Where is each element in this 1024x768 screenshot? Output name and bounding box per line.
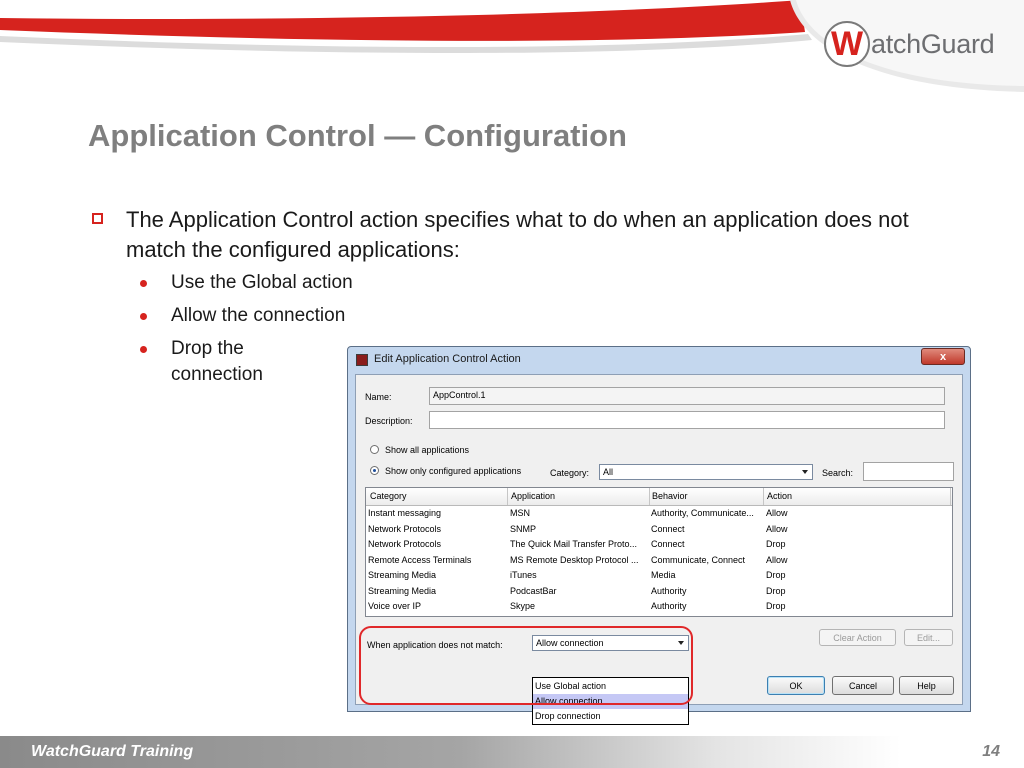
bullet-dot-icon: [140, 346, 147, 353]
table-row[interactable]: Network Protocols SNMP Connect Allow: [366, 522, 952, 537]
cell-category: Network Protocols: [368, 539, 442, 549]
applications-table: Category Application Behavior Action Ins…: [365, 487, 953, 617]
cell-behavior: Media: [651, 570, 676, 580]
sub-bullet-global: Use the Global action: [140, 270, 353, 296]
column-divider: [649, 488, 650, 505]
cancel-button[interactable]: Cancel: [832, 676, 894, 695]
cell-action: Allow: [766, 523, 788, 534]
table-row[interactable]: Remote Access Terminals MS Remote Deskto…: [366, 553, 952, 568]
table-header: Category Application Behavior Action: [366, 488, 952, 506]
main-bullet: The Application Control action specifies…: [92, 205, 972, 265]
sub-bullet-text: Allow the connection: [171, 305, 346, 326]
cell-action: Allow: [766, 508, 788, 518]
main-bullet-text: The Application Control action specifies…: [126, 207, 909, 262]
help-button[interactable]: Help: [899, 676, 954, 695]
column-header-application[interactable]: Application: [511, 491, 555, 501]
cell-behavior: Authority: [651, 601, 687, 611]
search-label: Search:: [822, 468, 854, 478]
column-header-behavior[interactable]: Behavior: [652, 491, 688, 501]
cell-category: Streaming Media: [368, 570, 437, 580]
cell-behavior: Connect: [651, 523, 685, 534]
column-divider: [950, 488, 951, 505]
bullet-dot-icon: [140, 313, 147, 320]
column-header-category[interactable]: Category: [370, 491, 407, 501]
category-select[interactable]: All: [599, 464, 813, 480]
cell-action: Drop: [766, 539, 786, 549]
app-icon: [356, 354, 368, 366]
ok-button[interactable]: OK: [767, 676, 825, 695]
close-button[interactable]: x: [921, 348, 965, 365]
callout-highlight: [359, 626, 693, 705]
table-row[interactable]: Streaming Media PodcastBar Authority Dro…: [366, 584, 952, 599]
name-label: Name:: [365, 392, 392, 402]
cell-application: MSN: [510, 508, 530, 518]
search-input[interactable]: [863, 462, 954, 481]
footer-bar: WatchGuard Training 14: [0, 736, 1024, 768]
radio-show-configured[interactable]: [370, 466, 379, 475]
sub-bullet-allow: Allow the connection: [140, 303, 345, 329]
footer-title: WatchGuard Training: [31, 743, 194, 760]
cell-behavior: Connect: [651, 539, 685, 549]
sub-bullet-drop: Drop the connection: [140, 336, 290, 388]
dialog-title: Edit Application Control Action: [374, 353, 521, 365]
logo-mark: W: [824, 21, 870, 67]
radio-show-configured-label: Show only configured applications: [385, 466, 522, 476]
cell-application: The Quick Mail Transfer Proto...: [510, 539, 638, 549]
cell-category: Network Protocols: [368, 523, 442, 534]
cell-action: Drop: [766, 585, 786, 596]
description-field[interactable]: [429, 411, 945, 429]
logo-wordmark: atchGuard: [871, 28, 995, 59]
option-drop-connection[interactable]: Drop connection: [533, 709, 688, 724]
cell-behavior: Communicate, Connect: [651, 554, 746, 565]
description-label: Description:: [365, 416, 413, 426]
table-row[interactable]: Voice over IP Skype Authority Drop: [366, 599, 952, 614]
column-divider: [763, 488, 764, 505]
radio-show-all[interactable]: [370, 445, 379, 454]
cell-application: MS Remote Desktop Protocol ...: [510, 554, 639, 565]
column-divider: [507, 488, 508, 505]
clear-action-button[interactable]: Clear Action: [819, 629, 896, 646]
chevron-down-icon: [802, 470, 808, 474]
edit-button[interactable]: Edit...: [904, 629, 953, 646]
cell-category: Voice over IP: [368, 601, 422, 611]
cell-application: iTunes: [510, 570, 537, 580]
cell-behavior: Authority, Communicate...: [651, 508, 754, 518]
table-row[interactable]: Streaming Media iTunes Media Drop: [366, 568, 952, 583]
cell-action: Drop: [766, 570, 786, 580]
slide-title: Application Control — Configuration: [88, 118, 627, 153]
cell-action: Allow: [766, 554, 788, 565]
sub-bullet-text: Drop the connection: [171, 338, 263, 385]
name-field[interactable]: AppControl.1: [429, 387, 945, 405]
cell-application: Skype: [510, 601, 536, 611]
page-number: 14: [982, 743, 1000, 760]
cell-application: SNMP: [510, 523, 537, 534]
cell-behavior: Authority: [651, 585, 687, 596]
column-header-action[interactable]: Action: [767, 491, 792, 501]
cell-action: Drop: [766, 601, 786, 611]
watchguard-logo: W atchGuard: [824, 18, 1004, 70]
sub-bullet-text: Use the Global action: [171, 272, 353, 293]
checkbox-bullet-icon: [92, 213, 103, 224]
cell-category: Streaming Media: [368, 585, 437, 596]
category-value: All: [603, 467, 614, 477]
dialog-titlebar[interactable]: Edit Application Control Action x: [348, 347, 970, 373]
cell-category: Remote Access Terminals: [368, 554, 472, 565]
bullet-dot-icon: [140, 280, 147, 287]
cell-application: PodcastBar: [510, 585, 557, 596]
category-label: Category:: [550, 468, 590, 478]
table-row[interactable]: Network Protocols The Quick Mail Transfe…: [366, 537, 952, 552]
radio-show-all-label: Show all applications: [385, 445, 470, 455]
table-row[interactable]: Instant messaging MSN Authority, Communi…: [366, 506, 952, 521]
cell-category: Instant messaging: [368, 508, 442, 518]
